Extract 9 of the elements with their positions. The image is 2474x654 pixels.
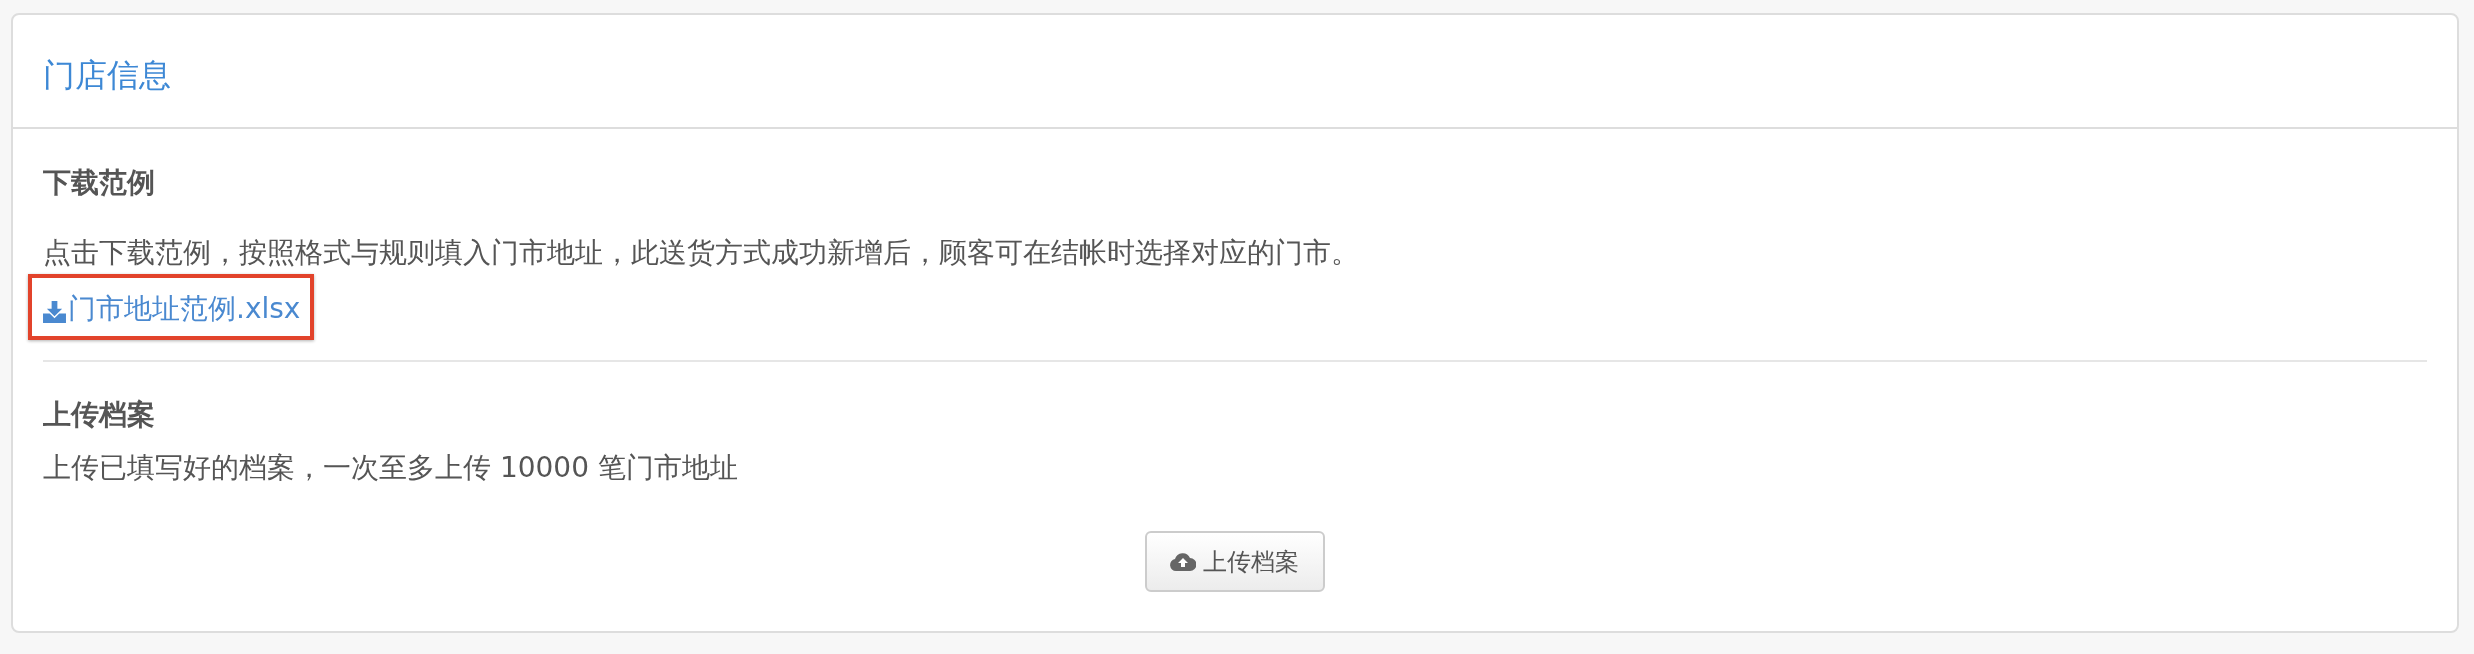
cloud-upload-icon — [1170, 552, 1196, 571]
panel-title: 门店信息 — [43, 55, 171, 95]
section-description: 上传已填写好的档案，一次至多上传 10000 笔门市地址 — [43, 450, 739, 486]
download-link[interactable]: 门市地址范例.xlsx — [43, 289, 301, 329]
section-heading: 上传档案 — [43, 397, 156, 433]
section-heading: 下载范例 — [43, 165, 156, 201]
upload-button[interactable]: 上传档案 — [1145, 531, 1325, 592]
section-description: 点击下载范例，按照格式与规则填入门市地址，此送货方式成功新增后，顾客可在结帐时选择对应的门市。 — [43, 235, 1360, 271]
download-icon — [43, 301, 66, 323]
